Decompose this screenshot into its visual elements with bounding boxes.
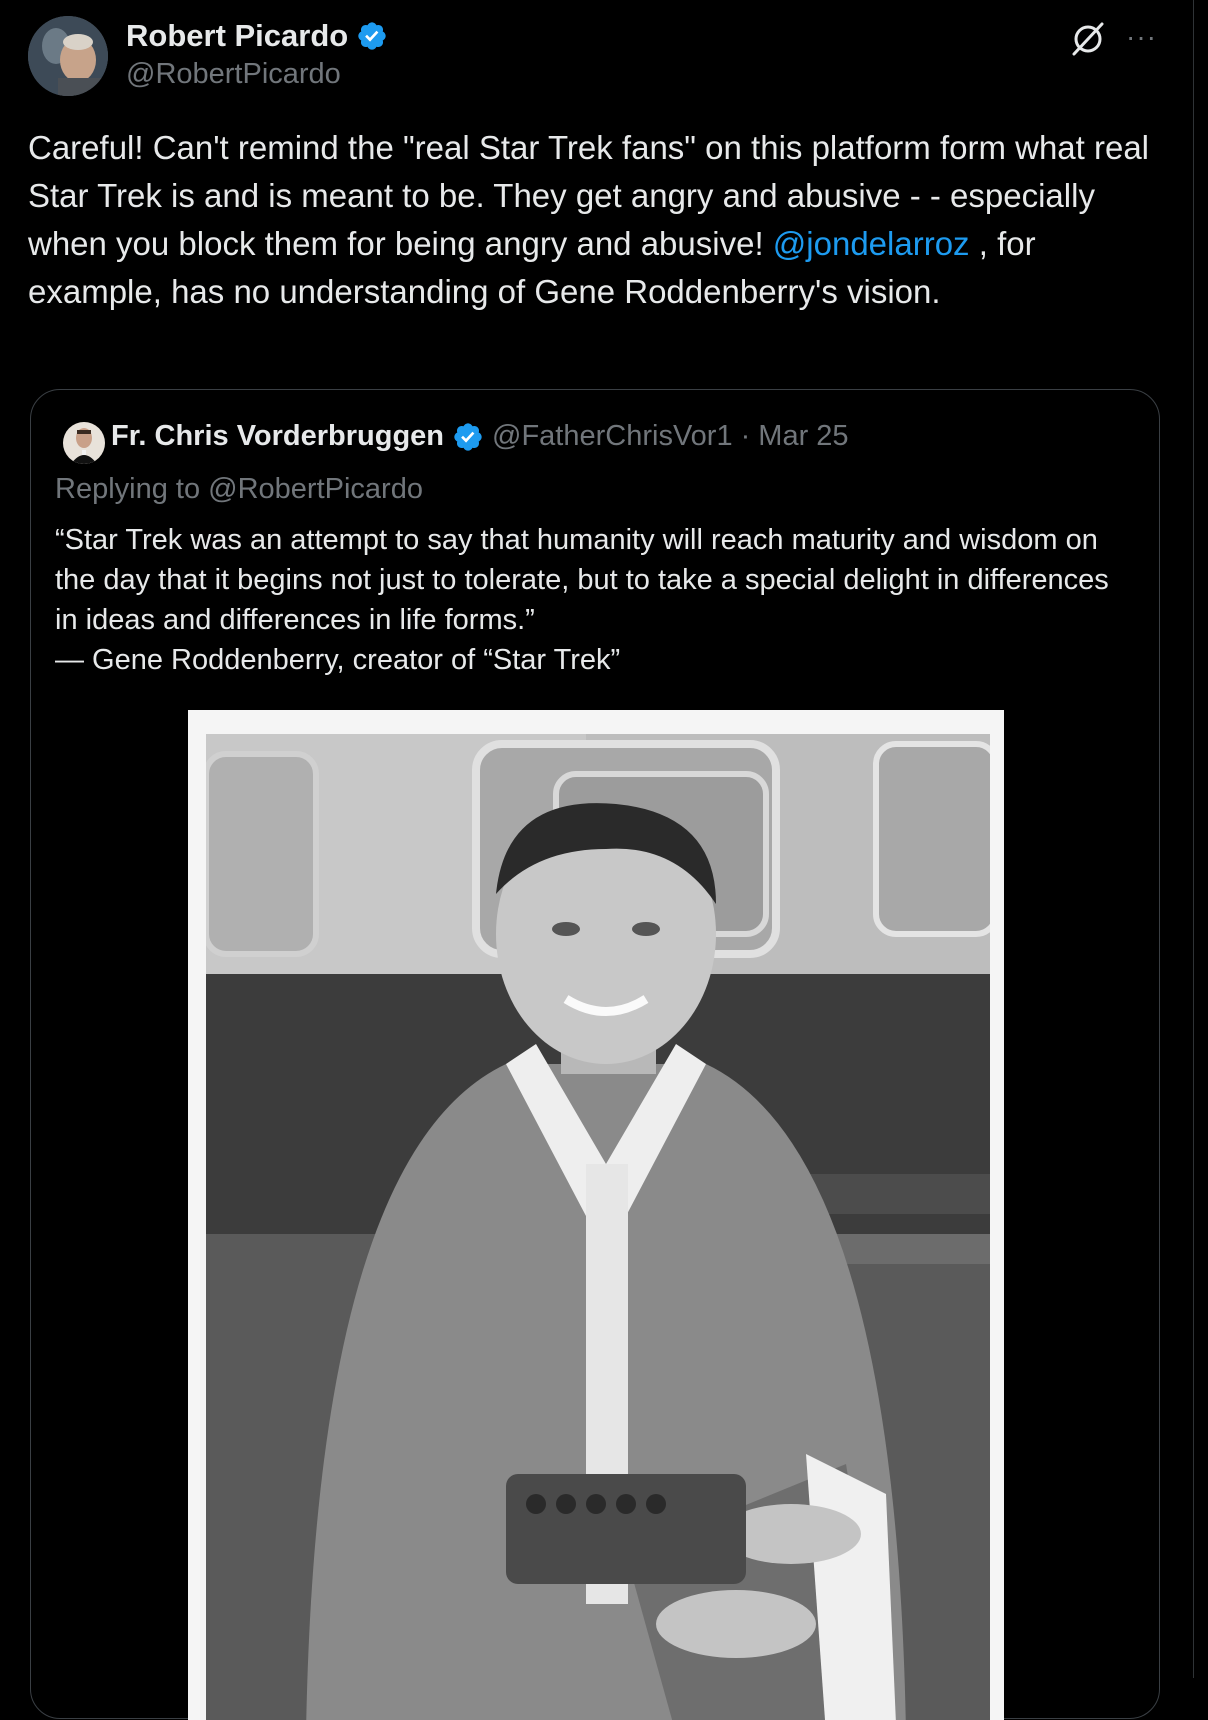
author-avatar[interactable] (28, 16, 108, 96)
author-name-row: Robert Picardo (126, 18, 388, 54)
more-icon[interactable]: ··· (1126, 22, 1162, 52)
separator-dot: · (740, 420, 751, 452)
quoted-photo[interactable] (188, 710, 1004, 1720)
quoted-header: Fr. Chris Vorderbruggen @FatherChrisVor1… (111, 420, 849, 453)
mention-link[interactable]: @jondelarroz (773, 225, 970, 262)
grok-icon[interactable] (1068, 18, 1108, 58)
quoted-author-handle[interactable]: @FatherChrisVor1 (492, 420, 733, 453)
column-divider (1193, 0, 1194, 1678)
photo-content (206, 734, 990, 1720)
quoted-author-avatar[interactable] (63, 422, 105, 464)
quoted-text: “Star Trek was an attempt to say that hu… (55, 524, 1109, 676)
verified-badge-icon (358, 22, 386, 50)
portrait-illustration (206, 734, 990, 1720)
quoted-author-name[interactable]: Fr. Chris Vorderbruggen (111, 420, 444, 453)
author-handle[interactable]: @RobertPicardo (126, 58, 341, 91)
quoted-avatar-photo (63, 422, 105, 464)
replying-to: Replying to @RobertPicardo (55, 473, 423, 505)
quoted-tweet-card[interactable]: Fr. Chris Vorderbruggen @FatherChrisVor1… (30, 389, 1160, 1720)
tweet-text: Careful! Can't remind the "real Star Tre… (28, 124, 1168, 316)
verified-badge-icon (454, 422, 482, 451)
author-name[interactable]: Robert Picardo (126, 18, 348, 54)
quoted-date[interactable]: Mar 25 (758, 420, 848, 453)
avatar-photo (28, 16, 108, 96)
